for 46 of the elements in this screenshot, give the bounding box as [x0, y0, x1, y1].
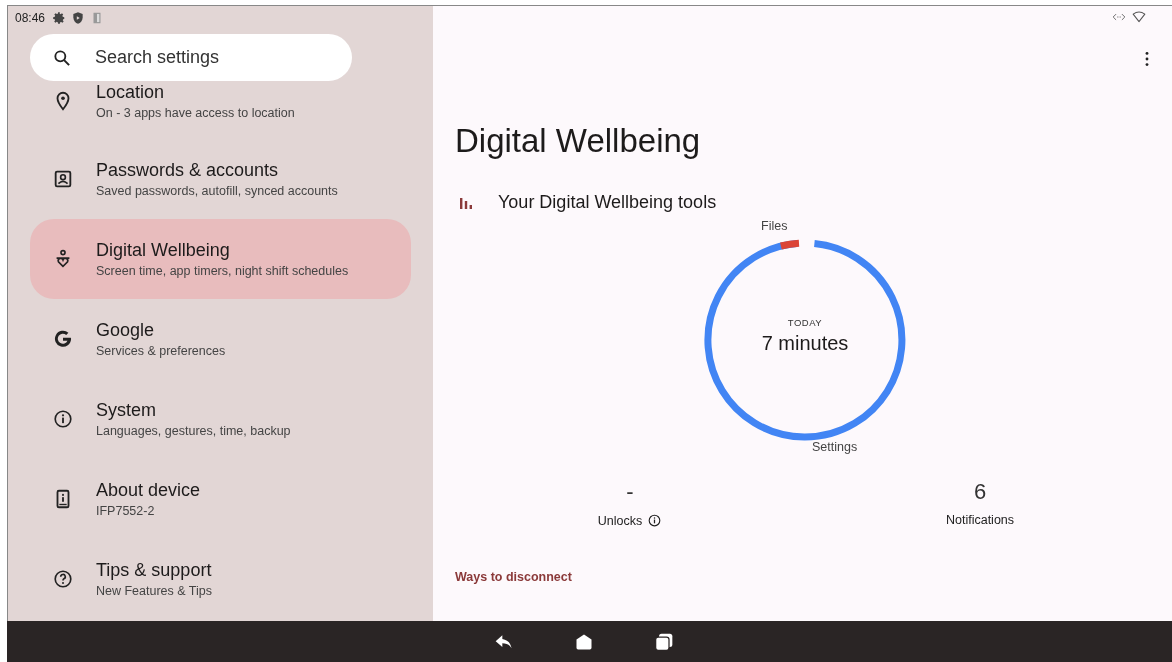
- wifi-icon: [1132, 10, 1146, 24]
- section-title: Your Digital Wellbeing tools: [498, 192, 717, 213]
- more-options-icon[interactable]: [1144, 51, 1150, 67]
- stat-label: Notifications: [945, 513, 1015, 527]
- item-title: System: [96, 400, 157, 421]
- page-title: Digital Wellbeing: [455, 122, 702, 160]
- stat-label: Unlocks: [597, 513, 643, 528]
- screen-time-value: 7 minutes: [761, 332, 849, 355]
- recents-icon[interactable]: [653, 631, 674, 652]
- settings-item[interactable]: Tips & support New Features & Tips: [30, 539, 411, 619]
- item-subtitle: Languages, gestures, time, backup: [96, 424, 291, 438]
- search-icon: [52, 48, 72, 68]
- stat-value: 6: [973, 479, 987, 505]
- item-subtitle: On - 3 apps have access to location: [96, 106, 295, 120]
- item-subtitle: IFP7552-2: [96, 504, 156, 518]
- stat-value: -: [626, 479, 634, 505]
- shield-icon: [71, 11, 86, 25]
- item-subtitle: Services & preferences: [96, 344, 226, 358]
- bar-chart-icon: [459, 195, 473, 210]
- help-icon: [52, 568, 74, 590]
- item-title: Tips & support: [96, 560, 212, 581]
- item-title: Google: [96, 320, 156, 341]
- settings-item[interactable]: About device IFP7552-2: [30, 459, 411, 539]
- item-subtitle: Saved passwords, autofill, synced accounts: [96, 184, 338, 198]
- segment-label: Files: [761, 219, 788, 233]
- settings-item[interactable]: Google Services & preferences: [30, 299, 411, 379]
- account-box-icon: [52, 168, 74, 190]
- search-field[interactable]: Search settings: [30, 34, 352, 81]
- status-time: 08:46: [15, 11, 46, 25]
- gear-icon: [52, 11, 67, 25]
- item-subtitle: New Features & Tips: [96, 584, 212, 598]
- info-icon[interactable]: [647, 513, 663, 528]
- item-title: About device: [96, 480, 201, 501]
- settings-item[interactable]: Passwords & accounts Saved passwords, autofill, synced accounts: [30, 139, 411, 219]
- item-title: Location: [96, 82, 166, 103]
- today-label: TODAY: [787, 317, 823, 328]
- segment-label: Settings: [812, 440, 858, 454]
- item-subtitle: Screen time, app timers, night shift schedules: [96, 264, 349, 278]
- info-icon: [52, 408, 74, 430]
- item-title: Digital Wellbeing: [96, 240, 231, 261]
- settings-item[interactable]: Location On - 3 apps have access to location: [30, 81, 411, 139]
- g-logo-icon: [52, 328, 74, 350]
- ways-to-disconnect-link[interactable]: Ways to disconnect: [455, 570, 572, 584]
- settings-item[interactable]: Digital Wellbeing Screen time, app timers, night shift schedules: [30, 219, 411, 299]
- settings-item[interactable]: System Languages, gestures, time, backup: [30, 379, 411, 459]
- item-title: Passwords & accounts: [96, 160, 280, 181]
